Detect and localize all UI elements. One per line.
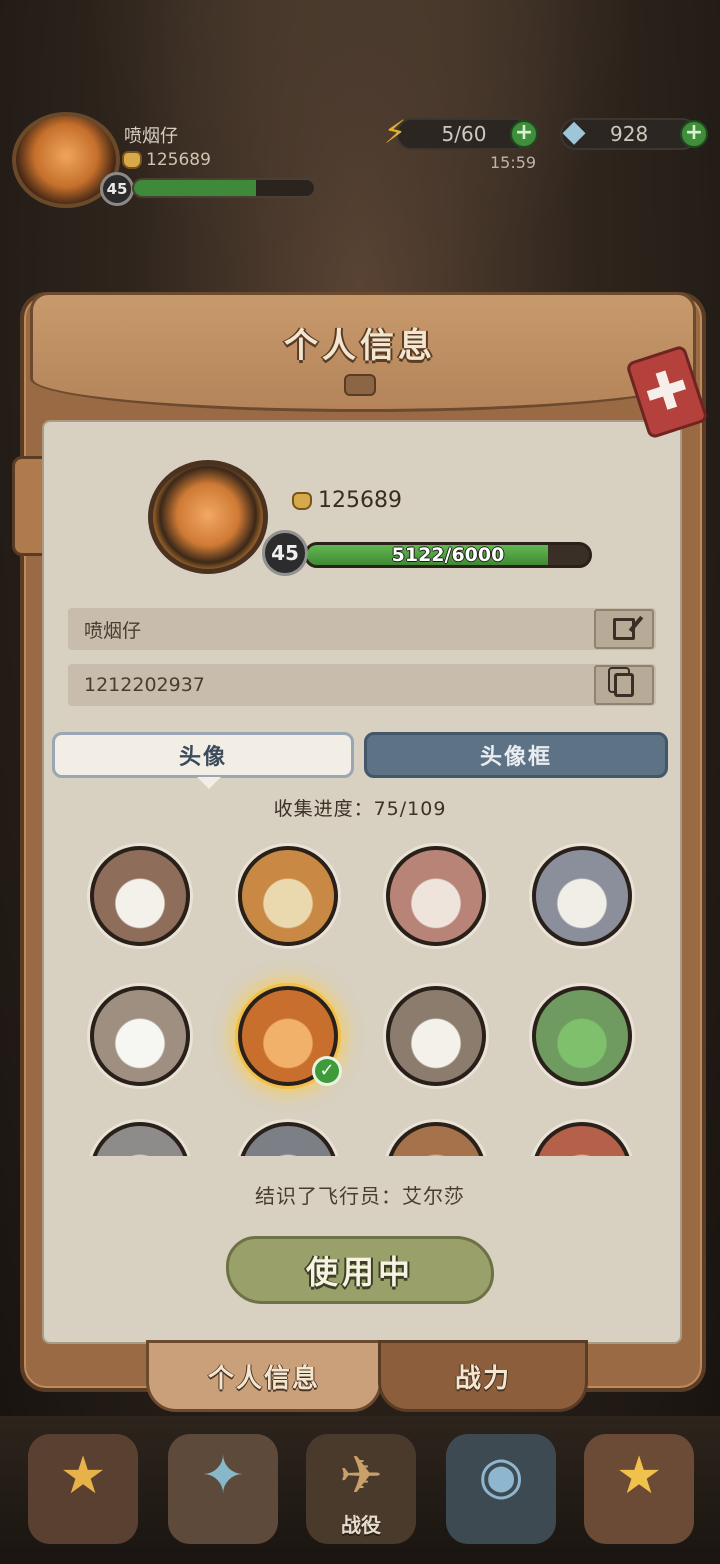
avatar-bear-pilot[interactable] bbox=[90, 846, 190, 946]
id-field: 1212202937 bbox=[68, 664, 656, 706]
tab-combat-power-label: 战力 bbox=[454, 1363, 511, 1394]
tab-personal-info-label: 个人信息 bbox=[207, 1363, 320, 1394]
edit-icon bbox=[613, 618, 635, 640]
diamond-icon: ◆ bbox=[562, 114, 586, 149]
fist-icon bbox=[292, 491, 312, 510]
profile-xp-text: 5122/6000 bbox=[391, 544, 505, 566]
profile-xp-bar: 5122/6000 bbox=[304, 542, 592, 568]
avatar-king-crown[interactable] bbox=[532, 1122, 632, 1156]
close-icon: ✚ bbox=[636, 356, 697, 428]
nav-pilot[interactable]: ◉ bbox=[446, 1434, 556, 1544]
avatar-deer-brown[interactable] bbox=[386, 1122, 486, 1156]
star-box-icon: ★ bbox=[615, 1446, 663, 1506]
collection-progress: 收集进度：75/109 bbox=[273, 798, 447, 820]
id-value: 1212202937 bbox=[84, 674, 205, 696]
energy-value: 5/60 bbox=[441, 122, 487, 146]
energy-timer: 15:59 bbox=[490, 153, 537, 172]
nav-campaign[interactable]: ✈ 战役 bbox=[306, 1434, 416, 1544]
avatar-rabbit-grey[interactable] bbox=[238, 1122, 338, 1156]
hud-power-value: 125689 bbox=[146, 150, 211, 170]
lightning-icon: ⚡ bbox=[383, 113, 407, 151]
avatar-sheep-pilot[interactable] bbox=[386, 986, 486, 1086]
add-energy-button[interactable]: + bbox=[510, 120, 538, 148]
copy-id-button[interactable] bbox=[594, 665, 654, 705]
fist-icon bbox=[122, 151, 142, 169]
hud-xp-fill bbox=[134, 180, 257, 196]
hud-level-badge: 45 bbox=[100, 172, 134, 206]
gem-value: 928 bbox=[610, 122, 649, 146]
panel-title: 个人信息 bbox=[284, 326, 436, 366]
tab-avatar[interactable]: 头像 bbox=[52, 732, 354, 789]
in-use-label: 使用中 bbox=[305, 1253, 414, 1291]
hud-player-name: 喷烟仔 bbox=[124, 126, 178, 147]
profile-avatar bbox=[148, 460, 268, 574]
tab-personal-info[interactable]: 个人信息 bbox=[146, 1340, 382, 1412]
nav-shop[interactable]: ★ bbox=[584, 1434, 694, 1544]
avatar-cat-pink-hair[interactable] bbox=[386, 846, 486, 946]
chest-icon: ★ bbox=[59, 1446, 107, 1506]
avatar-grid: ✓ bbox=[60, 830, 660, 1156]
edit-name-button[interactable] bbox=[594, 609, 654, 649]
goggles-icon: ◉ bbox=[478, 1446, 524, 1506]
avatar-mouse-grey[interactable] bbox=[90, 1122, 190, 1156]
nav-campaign-label: 战役 bbox=[341, 1513, 381, 1537]
in-use-button[interactable]: 使用中 bbox=[226, 1236, 494, 1304]
avatar-duck-sailor[interactable] bbox=[90, 986, 190, 1086]
name-value: 喷烟仔 bbox=[84, 619, 142, 642]
plane-icon: ✈ bbox=[339, 1446, 383, 1506]
nav-bag[interactable]: ✦ bbox=[168, 1434, 278, 1544]
profile-power-value: 125689 bbox=[318, 488, 402, 513]
bag-icon: ✦ bbox=[201, 1446, 245, 1506]
avatar-fox-hat-selected[interactable]: ✓ bbox=[238, 986, 342, 1086]
name-field: 喷烟仔 bbox=[68, 608, 656, 650]
tab-combat-power[interactable]: 战力 bbox=[378, 1340, 588, 1412]
hud-power: 125689 bbox=[122, 150, 211, 170]
profile-power: 125689 bbox=[292, 488, 402, 513]
tab-avatar-label: 头像 bbox=[178, 745, 227, 770]
copy-icon bbox=[614, 673, 634, 697]
avatar-frog-red-cap[interactable] bbox=[532, 986, 632, 1086]
nav-chest[interactable]: ★ bbox=[28, 1434, 138, 1544]
hud-xp-bar bbox=[132, 178, 316, 198]
add-gems-button[interactable]: + bbox=[680, 120, 708, 148]
check-icon: ✓ bbox=[312, 1056, 342, 1086]
avatar-fox-goggles[interactable] bbox=[238, 846, 338, 946]
tab-avatar-frame[interactable]: 头像框 bbox=[364, 732, 668, 778]
avatar-dog-blue-cap[interactable] bbox=[532, 846, 632, 946]
avatar-description: 结识了飞行员：艾尔莎 bbox=[255, 1184, 465, 1208]
profile-level-badge: 45 bbox=[262, 530, 308, 576]
clasp-icon bbox=[344, 374, 376, 396]
tab-frame-label: 头像框 bbox=[479, 745, 552, 770]
